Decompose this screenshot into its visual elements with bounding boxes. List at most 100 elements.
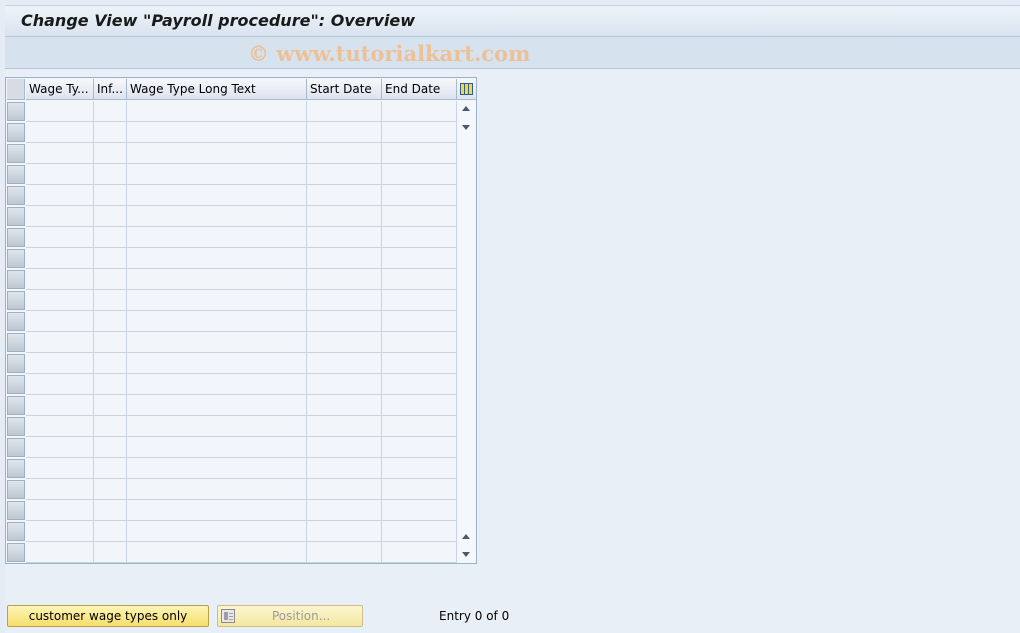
cell-wage-type[interactable] [26, 500, 94, 521]
cell-long-text[interactable] [127, 458, 307, 479]
row-selector[interactable] [7, 270, 25, 289]
row-selector[interactable] [7, 291, 25, 310]
cell-start-date[interactable] [307, 206, 382, 227]
row-selector[interactable] [7, 186, 25, 205]
cell-long-text[interactable] [127, 248, 307, 269]
cell-end-date[interactable] [382, 311, 457, 332]
cell-wage-type[interactable] [26, 416, 94, 437]
cell-start-date[interactable] [307, 290, 382, 311]
row-selector[interactable] [7, 249, 25, 268]
cell-wage-type[interactable] [26, 185, 94, 206]
cell-start-date[interactable] [307, 248, 382, 269]
row-selector[interactable] [7, 417, 25, 436]
cell-end-date[interactable] [382, 206, 457, 227]
cell-infotype[interactable] [94, 500, 127, 521]
cell-wage-type[interactable] [26, 290, 94, 311]
cell-start-date[interactable] [307, 311, 382, 332]
row-selector[interactable] [7, 102, 25, 121]
cell-end-date[interactable] [382, 437, 457, 458]
page-down-icon[interactable] [462, 125, 470, 130]
cell-infotype[interactable] [94, 416, 127, 437]
cell-end-date[interactable] [382, 479, 457, 500]
scroll-up-icon[interactable] [462, 106, 470, 111]
cell-start-date[interactable] [307, 395, 382, 416]
cell-wage-type[interactable] [26, 311, 94, 332]
column-header-start-date[interactable]: Start Date [307, 79, 382, 100]
cell-long-text[interactable] [127, 227, 307, 248]
cell-wage-type[interactable] [26, 164, 94, 185]
cell-long-text[interactable] [127, 479, 307, 500]
row-selector[interactable] [7, 501, 25, 520]
cell-end-date[interactable] [382, 374, 457, 395]
cell-infotype[interactable] [94, 227, 127, 248]
row-selector[interactable] [7, 312, 25, 331]
cell-wage-type[interactable] [26, 332, 94, 353]
cell-end-date[interactable] [382, 353, 457, 374]
row-selector[interactable] [7, 333, 25, 352]
row-selector[interactable] [7, 480, 25, 499]
page-up-icon[interactable] [462, 534, 470, 539]
cell-long-text[interactable] [127, 416, 307, 437]
row-selector[interactable] [7, 459, 25, 478]
cell-long-text[interactable] [127, 122, 307, 143]
cell-infotype[interactable] [94, 353, 127, 374]
cell-start-date[interactable] [307, 269, 382, 290]
cell-wage-type[interactable] [26, 437, 94, 458]
cell-long-text[interactable] [127, 143, 307, 164]
cell-long-text[interactable] [127, 206, 307, 227]
cell-infotype[interactable] [94, 395, 127, 416]
cell-end-date[interactable] [382, 332, 457, 353]
cell-start-date[interactable] [307, 542, 382, 563]
cell-infotype[interactable] [94, 185, 127, 206]
cell-start-date[interactable] [307, 500, 382, 521]
cell-end-date[interactable] [382, 227, 457, 248]
cell-start-date[interactable] [307, 122, 382, 143]
cell-long-text[interactable] [127, 311, 307, 332]
cell-long-text[interactable] [127, 395, 307, 416]
column-header-long-text[interactable]: Wage Type Long Text [127, 79, 307, 100]
cell-wage-type[interactable] [26, 374, 94, 395]
cell-start-date[interactable] [307, 416, 382, 437]
cell-long-text[interactable] [127, 374, 307, 395]
cell-infotype[interactable] [94, 458, 127, 479]
cell-end-date[interactable] [382, 290, 457, 311]
cell-infotype[interactable] [94, 479, 127, 500]
row-selector[interactable] [7, 144, 25, 163]
cell-long-text[interactable] [127, 500, 307, 521]
cell-infotype[interactable] [94, 101, 127, 122]
cell-start-date[interactable] [307, 479, 382, 500]
cell-end-date[interactable] [382, 164, 457, 185]
cell-infotype[interactable] [94, 269, 127, 290]
row-selector[interactable] [7, 375, 25, 394]
cell-long-text[interactable] [127, 269, 307, 290]
cell-wage-type[interactable] [26, 479, 94, 500]
cell-wage-type[interactable] [26, 248, 94, 269]
cell-infotype[interactable] [94, 311, 127, 332]
vertical-scrollbar[interactable] [459, 101, 476, 562]
cell-infotype[interactable] [94, 206, 127, 227]
cell-infotype[interactable] [94, 374, 127, 395]
cell-end-date[interactable] [382, 269, 457, 290]
row-selector[interactable] [7, 354, 25, 373]
row-selector[interactable] [7, 438, 25, 457]
cell-infotype[interactable] [94, 521, 127, 542]
cell-wage-type[interactable] [26, 227, 94, 248]
cell-wage-type[interactable] [26, 395, 94, 416]
cell-start-date[interactable] [307, 353, 382, 374]
cell-end-date[interactable] [382, 122, 457, 143]
cell-long-text[interactable] [127, 185, 307, 206]
cell-infotype[interactable] [94, 164, 127, 185]
cell-start-date[interactable] [307, 374, 382, 395]
row-selector[interactable] [7, 228, 25, 247]
cell-start-date[interactable] [307, 521, 382, 542]
cell-wage-type[interactable] [26, 521, 94, 542]
table-settings-button[interactable] [457, 79, 476, 100]
cell-start-date[interactable] [307, 101, 382, 122]
cell-end-date[interactable] [382, 521, 457, 542]
cell-start-date[interactable] [307, 227, 382, 248]
column-header-wage-type[interactable]: Wage Ty... [26, 79, 94, 100]
cell-end-date[interactable] [382, 500, 457, 521]
cell-wage-type[interactable] [26, 353, 94, 374]
column-header-infotype[interactable]: Inf... [94, 79, 127, 100]
cell-infotype[interactable] [94, 290, 127, 311]
